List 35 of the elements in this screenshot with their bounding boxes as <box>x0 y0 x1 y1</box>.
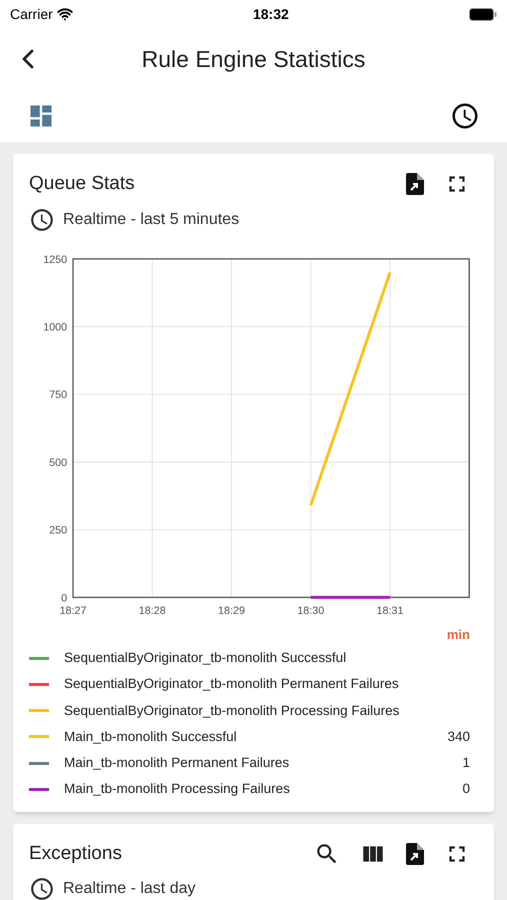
page-title: Rule Engine Statistics <box>140 44 366 74</box>
x-tick-label: 18:28 <box>138 604 166 617</box>
x-tick-label: 18:27 <box>60 604 86 617</box>
carrier-label: Carrier <box>10 4 53 24</box>
y-tick-label: 1250 <box>43 253 68 266</box>
status-time: 18:32 <box>252 4 289 24</box>
y-tick-label: 750 <box>49 388 68 401</box>
clock-icon <box>29 206 55 232</box>
y-tick-label: 1000 <box>43 321 68 334</box>
y-tick-label: 0 <box>61 592 68 604</box>
legend-label: SequentialByOriginator_tb-monolith Successful <box>64 649 348 667</box>
file-export-icon[interactable] <box>406 173 424 196</box>
file-export-icon[interactable] <box>406 842 424 865</box>
timewindow-label: Realtime - last day <box>63 879 196 899</box>
legend-value: 340 <box>447 728 470 746</box>
legend-label: SequentialByOriginator_tb-monolith Permanent Failures <box>64 675 400 694</box>
wifi-icon <box>56 6 73 22</box>
x-tick-label: 18:30 <box>297 604 324 617</box>
x-tick-label: 18:31 <box>376 604 404 617</box>
legend-label: Main_tb-monolith Successful <box>64 728 238 746</box>
legend-value: 1 <box>462 754 470 772</box>
legend-value: 0 <box>462 780 470 798</box>
legend-label: SequentialByOriginator_tb-monolith Processing Failures <box>64 702 400 720</box>
widget-title: Exceptions <box>29 842 122 866</box>
clock-icon[interactable] <box>450 101 480 131</box>
x-tick-label: 18:29 <box>218 604 245 617</box>
widget-title: Queue Stats <box>29 172 135 196</box>
clock-icon <box>29 876 55 900</box>
legend-label: Main_tb-monolith Permanent Failures <box>64 754 290 772</box>
battery-icon <box>469 8 497 20</box>
legend-label: Main_tb-monolith Processing Failures <box>64 780 291 798</box>
timewindow-label: Realtime - last 5 minutes <box>63 210 240 230</box>
y-tick-label: 500 <box>49 456 68 468</box>
y-tick-label: 250 <box>49 524 68 536</box>
legend-header: min <box>446 626 470 644</box>
